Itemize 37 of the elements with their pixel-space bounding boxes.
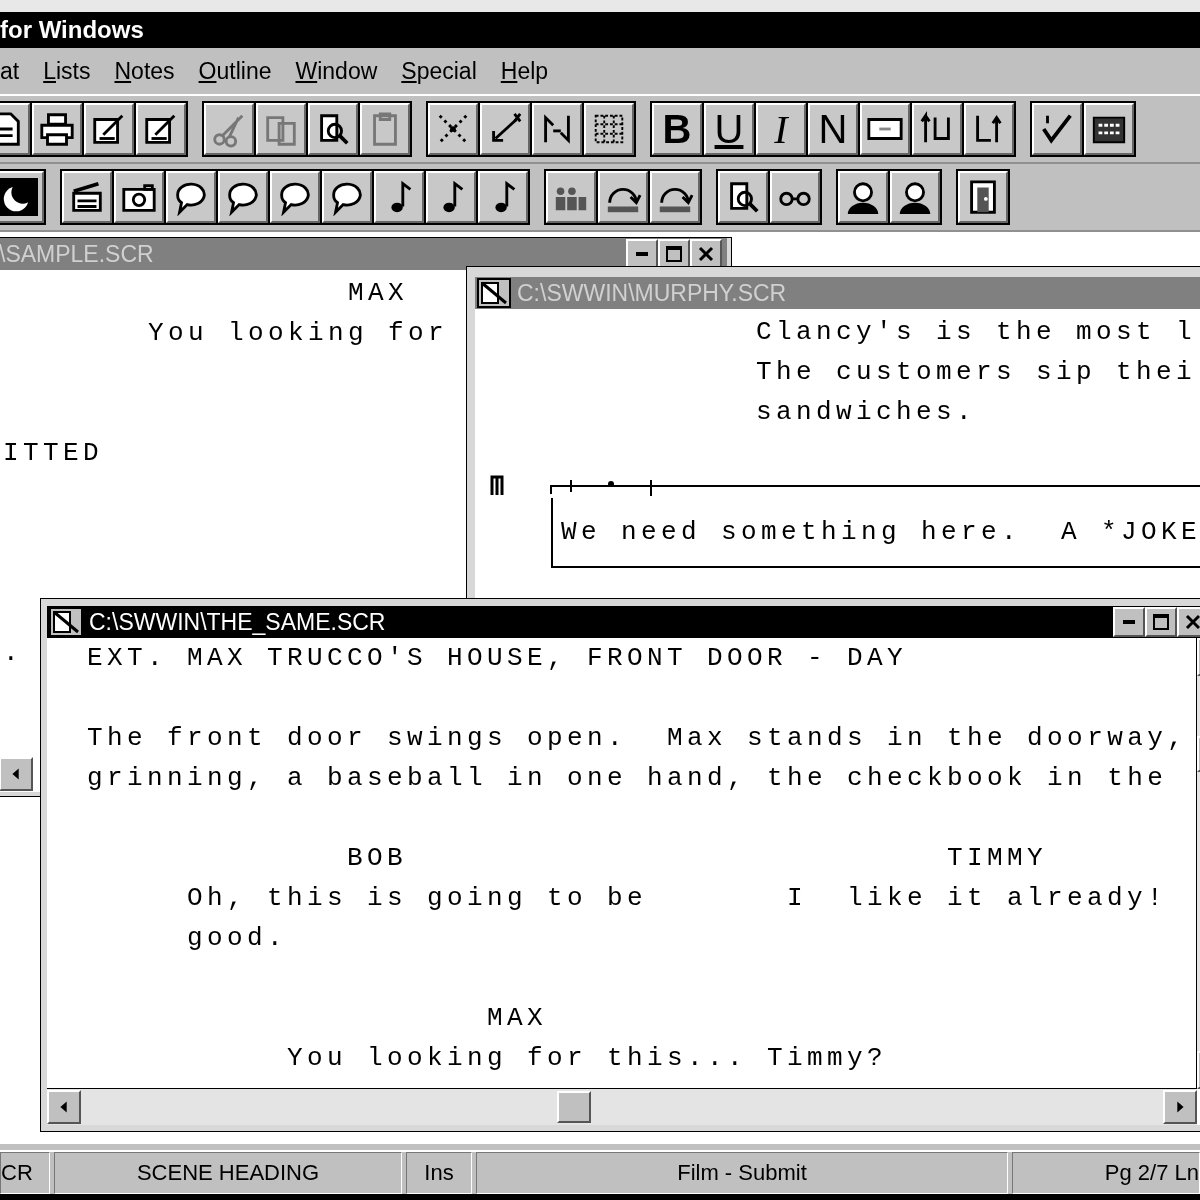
format-button[interactable]: U (704, 103, 754, 155)
character-name: BOB (347, 843, 407, 873)
character-name: MAX (348, 278, 408, 308)
status-field: SCENE HEADING (54, 1152, 402, 1194)
dialogue-line: I like it already! (787, 883, 1168, 913)
action-line: sandwiches. (756, 397, 977, 427)
dialogue-line: good. (187, 923, 287, 953)
format-button[interactable]: B (652, 103, 702, 155)
script-text: ITTED (3, 438, 103, 468)
window-title: C:\SWWIN\MURPHY.SCR (517, 279, 788, 307)
dialogue-line: You looking for (148, 318, 449, 348)
action-line: The front door swings open. Max stands in the doorway, (87, 723, 1188, 753)
action-line: Clancy's is the most l (756, 317, 1197, 347)
status-field: Film - Submit (476, 1152, 1008, 1194)
menu-item[interactable]: Special (401, 57, 477, 85)
dialogue-line: Oh, this is going to be (187, 883, 648, 913)
menu-item[interactable]: Notes (114, 57, 175, 85)
menu-item[interactable]: Outline (198, 57, 272, 85)
menu-item[interactable]: Help (500, 57, 549, 85)
action-line: grinning, a baseball in one hand, the checkbook in the (87, 763, 1168, 793)
status-field: Ins (406, 1152, 472, 1194)
format-button[interactable]: I (756, 103, 806, 155)
scene-heading: EXT. MAX TRUCCO'S HOUSE, FRONT DOOR - DAY (87, 643, 908, 673)
character-name: MAX (487, 1003, 547, 1033)
window-title: C:\SWWIN\THE_SAME.SCR (89, 608, 387, 636)
note-text[interactable]: We need something here. A *JOKE (561, 517, 1200, 547)
menu-item[interactable]: Window (295, 57, 378, 85)
app-title: for Windows (0, 16, 144, 43)
status-field: Pg 2/7 Ln (1012, 1152, 1200, 1194)
status-field: CR (0, 1152, 50, 1194)
menu-item[interactable]: at (0, 57, 20, 85)
menu-item[interactable]: Lists (43, 57, 91, 85)
character-name: TIMMY (947, 843, 1047, 873)
format-button[interactable]: N (808, 103, 858, 155)
action-line: The customers sip thei (756, 357, 1197, 387)
script-text: . (3, 638, 23, 668)
dialogue-line: You looking for this... Timmy? (287, 1043, 888, 1073)
